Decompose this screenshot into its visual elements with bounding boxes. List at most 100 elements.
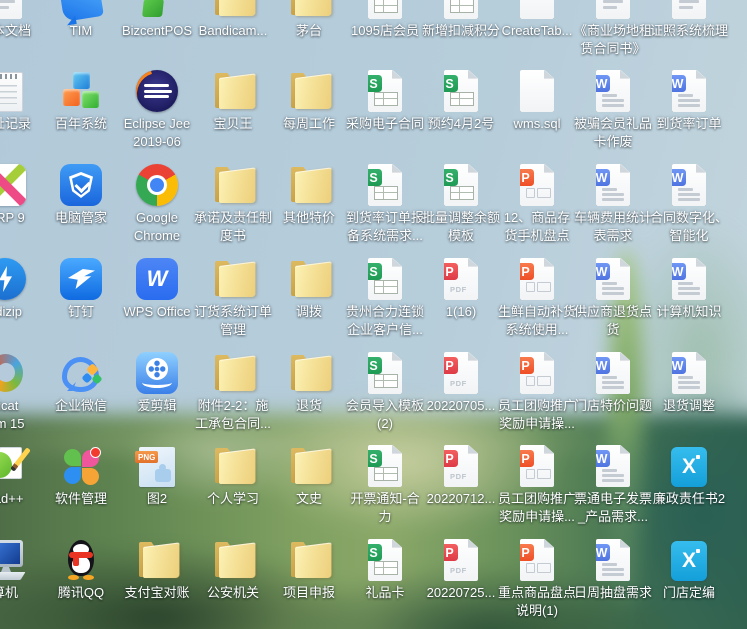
desktop-icon-r5c4[interactable]: 文史 [271,441,347,508]
desktop-icon-r0c2[interactable]: BizcentPOS [119,0,195,40]
desktop-icon-r1c2[interactable]: Eclipse Jee 2019-06 [119,66,195,152]
icon-glyph-box: P [499,441,575,487]
desktop-icon-r2c7[interactable]: P 12、商品存 货手机盘点 [499,160,575,246]
desktop-icon-r2c4[interactable]: 其他特价 [271,160,347,227]
desktop-icon-r5c8[interactable]: W 票通电子发票 _产品需求... [575,441,651,527]
desktop-icon-r0c5[interactable]: S 1095店会员 [347,0,423,40]
icon-glyph-box: P [499,254,575,300]
desktop-icon-r2c8[interactable]: W 车辆费用统计 表需求 [575,160,651,246]
icon-label: CreateTab... [502,22,573,40]
desktop-icon-r6c2[interactable]: 支付宝对账 [119,535,195,602]
desktop-icon-r5c0[interactable]: pad++ [0,441,43,508]
desktop-icon-r0c9[interactable]: 证照系统梳理 [651,0,727,40]
desktop-icon-r6c0[interactable]: 算机 [0,535,43,602]
desktop-icon-r5c3[interactable]: 个人学习 [195,441,271,508]
icon-label: 退货调整 [663,397,715,415]
folder-icon [285,539,333,581]
desktop-icon-r4c4[interactable]: 退货 [271,348,347,415]
desktop-icon-r0c6[interactable]: S 新增扣减积分 [423,0,499,40]
desktop-icon-r6c4[interactable]: 项目申报 [271,535,347,602]
desktop-icon-r4c3[interactable]: 附件2-2：施 工承包合同... [195,348,271,434]
icon-label: ndizip [0,303,22,321]
desktop-icon-r2c2[interactable]: Google Chrome [119,160,195,246]
desktop-icon-r2c6[interactable]: S 批量调整余额 模板 [423,160,499,246]
icon-label: 礼品卡 [365,584,404,602]
desktop-icon-r1c7[interactable]: wms.sql [499,66,575,133]
desktop-icon-r4c7[interactable]: P 员工团购推广 奖励申请操... [499,348,575,434]
desktop-icon-r6c6[interactable]: PPDF 20220725... [423,535,499,602]
desktop-icon-r2c9[interactable]: W 合同数字化、 智能化 [651,160,727,246]
desktop-icon-r0c7[interactable]: CreateTab... [499,0,575,40]
icon-label: 茅台 [296,22,322,40]
desktop-icon-r3c3[interactable]: 订货系统订单 管理 [195,254,271,340]
desktop-icon-r5c1[interactable]: 软件管理 [43,441,119,508]
icon-label: 承诺及责任制 度书 [194,209,272,246]
desktop-icon-r4c6[interactable]: PPDF 20220705... [423,348,499,415]
desktop-icon-r6c3[interactable]: 公安机关 [195,535,271,602]
desktop-icon-r0c0[interactable]: 文本文档 [0,0,43,40]
desktop-icon-r0c8[interactable]: 《商业场地租 赁合同书》 [575,0,651,59]
icon-glyph-box [119,535,195,581]
app-eclipse-icon [136,70,178,112]
ppt-icon: P [520,352,554,394]
app-guanjia-icon [60,164,102,206]
desktop-icon-r1c1[interactable]: 百年系统 [43,66,119,133]
plaindoc-icon [520,70,554,112]
desktop-icon-r5c9[interactable]: X 廉政责任书2 [651,441,727,508]
desktop-icon-r1c6[interactable]: S 预约4月2号 [423,66,499,133]
icon-label: 1095店会员 [351,22,419,40]
desktop-icon-r0c3[interactable]: Bandicam... [195,0,271,40]
icon-glyph-box: X [651,441,727,487]
desktop-icon-r0c4[interactable]: 茅台 [271,0,347,40]
desktop-icon-r4c8[interactable]: W 门店特价问题 [575,348,651,415]
desktop-icon-r5c2[interactable]: PNG 图2 [119,441,195,508]
desktop-icon-r2c3[interactable]: 承诺及责任制 度书 [195,160,271,246]
icon-glyph-box: W [575,535,651,581]
icon-glyph-box [119,0,195,19]
pdf-icon: PPDF [444,445,478,487]
icon-label: WPS Office [124,303,191,321]
desktop-icon-r1c9[interactable]: W 到货率订单 [651,66,727,133]
desktop-icon-r3c8[interactable]: W 供应商退货点 货 [575,254,651,340]
desktop-icon-r1c8[interactable]: W 被骗会员礼品 卡作废 [575,66,651,152]
desktop-icon-r2c5[interactable]: S 到货率订单报 备系统需求... [347,160,423,246]
desktop-icon-r4c9[interactable]: W 退货调整 [651,348,727,415]
desktop-icon-r1c0[interactable]: 网址记录 [0,66,43,133]
desktop-icon-r6c8[interactable]: W 日周抽盘需求 [575,535,651,602]
icon-glyph-box: S [347,66,423,112]
desktop-icon-r3c1[interactable]: 钉钉 [43,254,119,321]
desktop-icon-r3c7[interactable]: P 生鲜自动补货 系统使用... [499,254,575,340]
desktop-icon-r6c1[interactable]: 腾讯QQ [43,535,119,602]
desktop-icon-r3c5[interactable]: S 贵州合力连锁 企业客户信... [347,254,423,340]
desktop-icon-r1c4[interactable]: 每周工作 [271,66,347,133]
desktop-icon-r3c6[interactable]: PPDF 1(16) [423,254,499,321]
icon-label: 公安机关 [207,584,259,602]
desktop-icon-r2c0[interactable]: e RP 9 [0,160,43,227]
icon-label: 爱剪辑 [137,397,176,415]
desktop-icon-r3c2[interactable]: W WPS Office [119,254,195,321]
desktop-icon-r5c5[interactable]: S 开票通知-合 力 [347,441,423,527]
desktop-icon-r6c5[interactable]: S 礼品卡 [347,535,423,602]
desktop-icon-r6c9[interactable]: X 门店定编 [651,535,727,602]
desktop-icon-r6c7[interactable]: P 重点商品盘点 说明(1) [499,535,575,621]
desktop-icon-r5c6[interactable]: PPDF 20220712... [423,441,499,508]
desktop-icon-r1c5[interactable]: S 采购电子合同 [347,66,423,133]
desktop-icon-r2c1[interactable]: 电脑管家 [43,160,119,227]
icon-label: BizcentPOS [122,22,192,40]
icon-label: 20220712... [427,490,496,508]
desktop-icon-r5c7[interactable]: P 员工团购推广 奖励申请操... [499,441,575,527]
app-png-icon: PNG [139,447,175,487]
icon-glyph-box: P [499,535,575,581]
icon-glyph-box: W [651,348,727,394]
desktop-icon-r3c4[interactable]: 调拨 [271,254,347,321]
word-icon: W [672,352,706,394]
desktop-icon-r3c0[interactable]: ndizip [0,254,43,321]
desktop-icon-r4c1[interactable]: 企业微信 [43,348,119,415]
desktop-icon-r4c2[interactable]: 爱剪辑 [119,348,195,415]
desktop-icon-r0c1[interactable]: TIM [43,0,119,40]
desktop-icon-r3c9[interactable]: W 计算机知识 [651,254,727,321]
desktop-icon-r4c5[interactable]: S 会员导入模板 (2) [347,348,423,434]
icon-glyph-box [119,66,195,112]
desktop-icon-r1c3[interactable]: 宝贝王 [195,66,271,133]
desktop-icon-r4c0[interactable]: vicat ium 15 [0,348,43,434]
